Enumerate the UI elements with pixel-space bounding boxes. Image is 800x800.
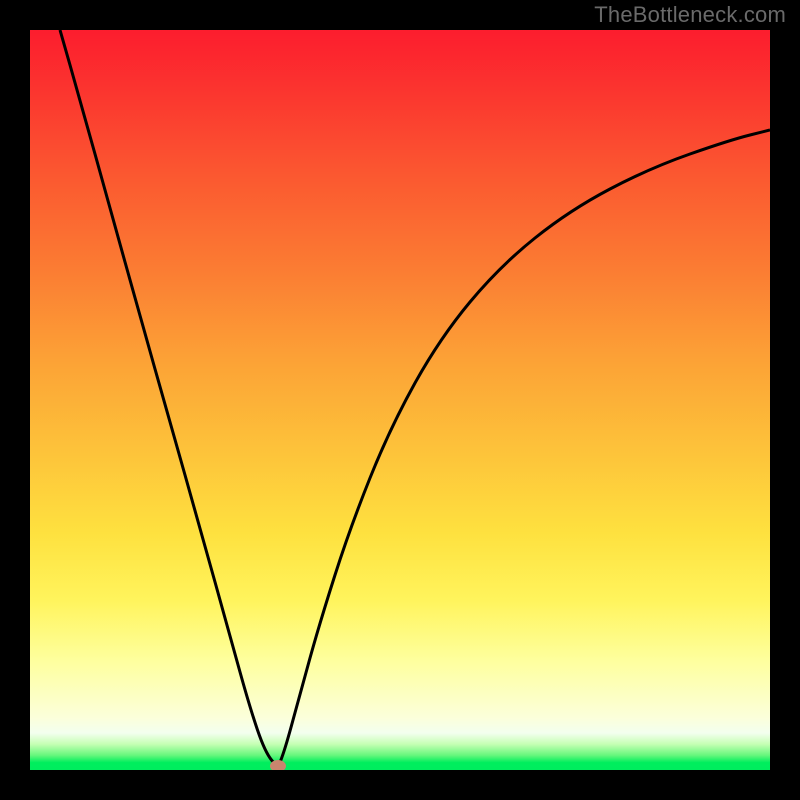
bottleneck-curve bbox=[30, 30, 770, 770]
curve-right-branch bbox=[278, 130, 770, 768]
chart-frame: TheBottleneck.com bbox=[0, 0, 800, 800]
watermark-text: TheBottleneck.com bbox=[594, 2, 786, 28]
plot-area bbox=[30, 30, 770, 770]
curve-left-branch bbox=[60, 30, 278, 768]
